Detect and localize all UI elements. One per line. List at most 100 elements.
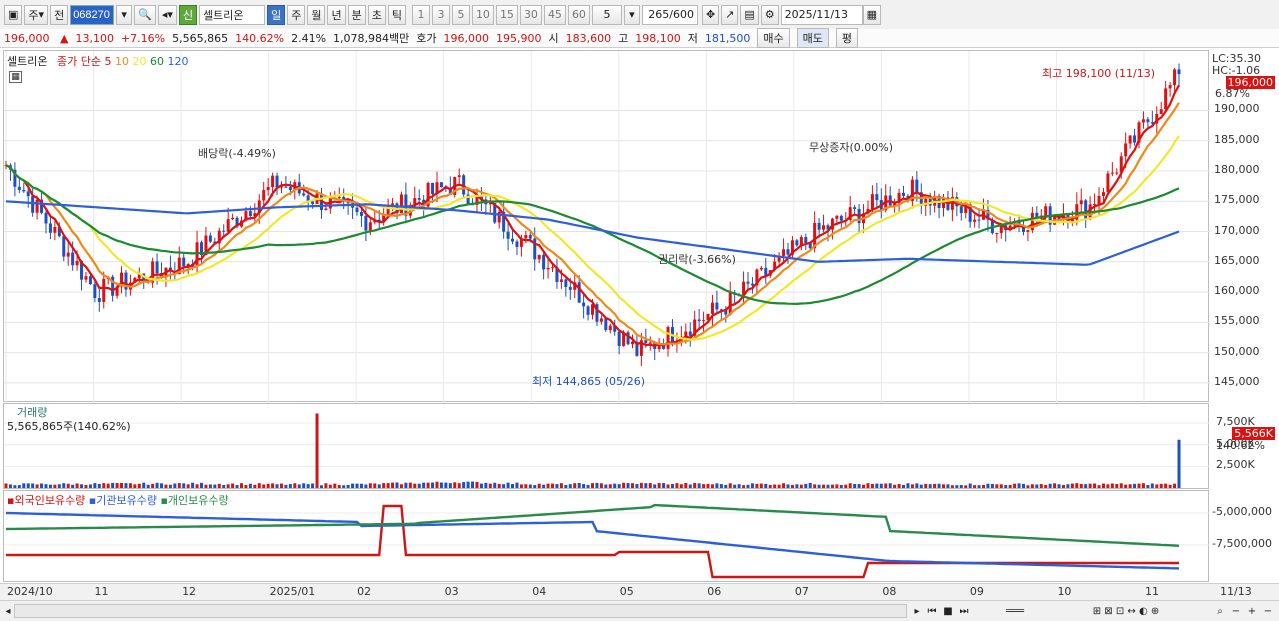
volume-bar [1093,483,1097,488]
volume-bar [910,484,914,488]
code-dropdown-icon[interactable]: ▾ [116,4,133,25]
period-tab-2[interactable]: 월 [307,4,326,25]
volume-bar [164,484,168,488]
interval-button-45[interactable]: 45 [543,4,566,25]
candle-body [311,201,315,204]
first-icon[interactable]: ⏮ [925,603,939,619]
turnover-value: 2.41% [291,31,327,45]
zoom-slider[interactable]: ═══ [985,603,1045,619]
price-chart[interactable]: 최고 198,100 (11/13) 최저 144,865 (05/26) 배당락(… [4,51,1210,403]
magnifier-icon[interactable]: ⌕ [1213,603,1227,619]
period-tab-3[interactable]: 년 [327,4,346,25]
volume-bar [1168,484,1172,488]
interval-button-10[interactable]: 10 [471,4,494,25]
candle-body [1128,135,1132,144]
date-field[interactable]: 2025/11/13 [780,4,863,25]
sound-icon[interactable]: ◂▾ [157,4,177,25]
last-icon[interactable]: ⏭ [957,603,971,619]
zoom-in-icon[interactable]: + [1245,603,1259,619]
volume-bar [986,483,990,488]
volume-bar [1030,484,1034,488]
period-tab-0[interactable]: 일 [267,4,286,25]
interval-dropdown-icon[interactable]: ▾ [623,4,640,25]
save-icon[interactable]: ▤ [740,4,759,25]
candle-body [275,175,279,188]
volume-bar [284,484,288,488]
tools-icon[interactable]: ✥ [701,4,720,25]
zoom-out-icon[interactable]: − [1229,603,1243,619]
volume-bar [559,483,563,488]
interval-button-5[interactable]: 5 [451,4,470,25]
volume-bar [648,483,652,488]
chart-tools[interactable]: ⊞ ⊠ ⊡ ↔ ◐ ⊕ [1066,603,1186,619]
interval-button-1[interactable]: 1 [411,4,430,25]
period-main-select[interactable]: 주 ▾ [24,4,49,25]
volume-bar [319,485,323,488]
volume-bar [919,484,923,488]
candle-body [853,207,857,209]
candle-body [93,284,97,298]
volume-bar [639,482,643,488]
volume-bar [928,484,932,488]
volume-bar [359,483,363,488]
volume-bar [693,482,697,488]
volume-panel: 거래량 5,565,865주(140.62%) [3,403,1210,490]
candle-body [1044,206,1048,216]
search-icon[interactable]: 🔍 [134,4,156,25]
gear-icon[interactable]: ⚙ [760,4,779,25]
window-icon[interactable]: ▣ [4,4,23,25]
calendar-icon[interactable]: ▦ [862,4,882,25]
candle-body [288,186,292,191]
eval-button[interactable]: 평 [835,28,859,48]
count-box[interactable]: 265/600 [641,4,698,25]
volume-bar [40,483,44,488]
volume-chart[interactable] [4,404,1210,490]
stock-name-field[interactable]: 셀트리온 [199,4,266,25]
scroll-left-icon[interactable]: ◂ [1,603,15,619]
volume-bar [1106,484,1110,488]
stock-code-input[interactable] [70,4,115,25]
interval-button-30[interactable]: 30 [519,4,542,25]
volume-bar [462,482,466,488]
interval-button-60[interactable]: 60 [567,4,590,25]
stop-icon[interactable]: ■ [941,603,955,619]
candle-body [88,276,92,285]
buy-button[interactable]: 매수 [757,28,790,48]
volume-bar [391,482,395,488]
volume-bar [1013,483,1017,488]
sell-button[interactable]: 매도 [796,28,829,48]
candle-body [728,292,732,315]
period-tab-4[interactable]: 분 [347,4,366,25]
interval-input[interactable]: 5 [591,4,622,25]
candle-body [284,186,288,188]
volume-bar [1141,483,1145,488]
volume-bar [768,484,772,488]
interval-button-15[interactable]: 15 [495,4,518,25]
zoom-reset-icon[interactable]: − [1261,603,1275,619]
period-tab-5[interactable]: 초 [367,4,386,25]
event-bonus: 무상증자(0.00%) [809,141,893,154]
candle-body [1101,192,1105,196]
volume-bar [497,483,501,488]
volume-bar [511,484,515,488]
candle-body [431,182,435,195]
volume-bar [195,484,199,488]
scroll-track[interactable] [14,604,907,618]
prev-button[interactable]: 전 [50,4,69,25]
volume-bar [750,483,754,488]
scroll-right-icon[interactable]: ▸ [910,603,924,619]
volume-bar [271,483,275,488]
volume-bar [262,484,266,488]
volume-bar [790,484,794,488]
volume-bar [813,484,817,488]
draw-icon[interactable]: ↗ [721,4,739,25]
volume-bar [457,483,461,488]
calc-icon[interactable]: ▦ [9,71,22,83]
candle-body [271,175,275,188]
period-tab-6[interactable]: 틱 [387,4,406,25]
interval-button-3[interactable]: 3 [431,4,450,25]
volume-bar [906,483,910,488]
volume-bar [710,484,714,488]
period-tab-1[interactable]: 주 [287,4,306,25]
high-value: 198,100 [635,31,681,45]
